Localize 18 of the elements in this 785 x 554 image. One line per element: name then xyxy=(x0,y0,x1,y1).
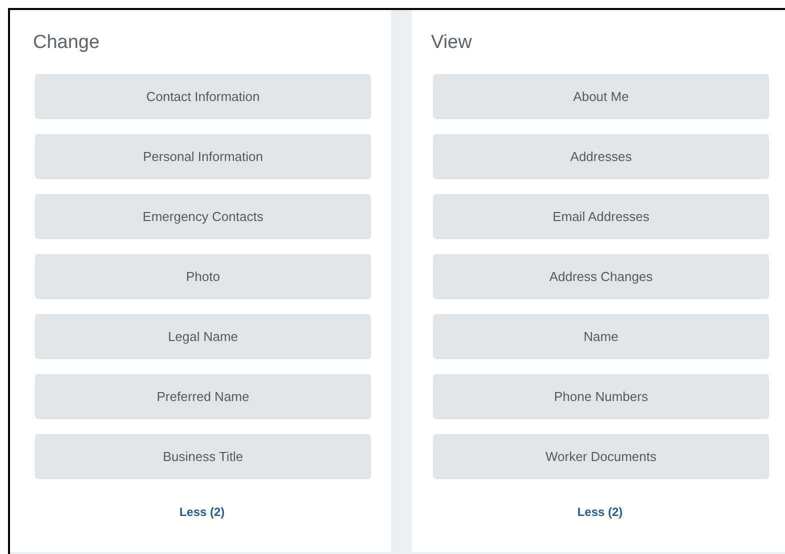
option-button[interactable]: Photo xyxy=(35,254,371,299)
panel-title: Change xyxy=(33,31,100,55)
option-button[interactable]: About Me xyxy=(433,74,769,119)
option-button[interactable]: Worker Documents xyxy=(433,434,769,479)
option-button[interactable]: Contact Information xyxy=(35,74,371,119)
option-button[interactable]: Email Addresses xyxy=(433,194,769,239)
option-button[interactable]: Name xyxy=(433,314,769,359)
option-button[interactable]: Personal Information xyxy=(35,134,371,179)
option-button[interactable]: Legal Name xyxy=(35,314,371,359)
less-link[interactable]: Less (2) xyxy=(179,503,225,521)
option-button[interactable]: Business Title xyxy=(35,434,371,479)
option-button[interactable]: Addresses xyxy=(433,134,769,179)
option-button[interactable]: Emergency Contacts xyxy=(35,194,371,239)
panel-title: View xyxy=(431,31,472,55)
option-button[interactable]: Preferred Name xyxy=(35,374,371,419)
less-link[interactable]: Less (2) xyxy=(577,503,623,521)
option-button[interactable]: Address Changes xyxy=(433,254,769,299)
option-button[interactable]: Phone Numbers xyxy=(433,374,769,419)
